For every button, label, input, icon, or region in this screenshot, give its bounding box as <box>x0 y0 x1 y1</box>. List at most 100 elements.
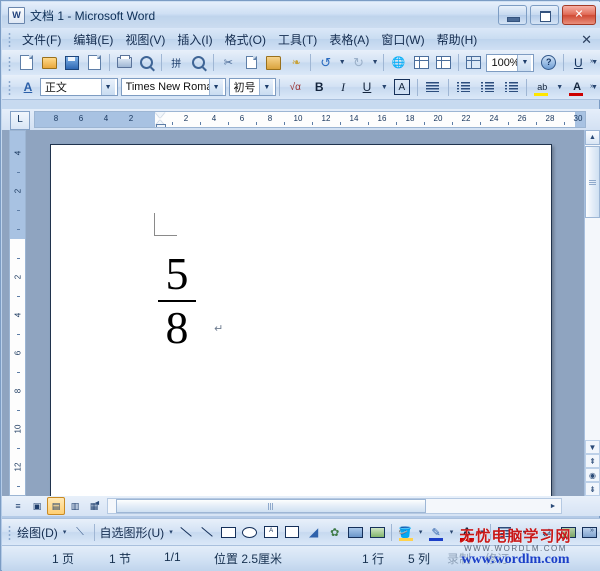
bold-button[interactable]: B <box>307 76 331 99</box>
permission-button[interactable] <box>83 51 106 74</box>
underline-button[interactable]: U <box>355 76 379 99</box>
vertical-text-box-button[interactable] <box>282 521 303 544</box>
open-button[interactable] <box>38 51 61 74</box>
maximize-button[interactable] <box>530 5 559 25</box>
fill-color-dropdown-arrow[interactable]: ▾ <box>416 522 426 543</box>
help-button[interactable]: ? <box>537 51 560 74</box>
scroll-down-button[interactable]: ▼ <box>585 440 600 454</box>
sidebar-item-normal-view[interactable]: ≡ <box>9 497 27 515</box>
sidebar-item-print-layout-view[interactable]: ▤ <box>47 497 65 515</box>
standard-toolbar-drag-handle[interactable] <box>6 55 13 71</box>
zoom-dropdown-arrow[interactable]: ▼ <box>517 55 531 71</box>
paste-button[interactable] <box>262 51 285 74</box>
draw-menu-button[interactable]: 绘图(D) <box>15 524 60 541</box>
bulleted-list-button[interactable] <box>476 76 500 99</box>
menu-item-window[interactable]: 窗口(W) <box>375 28 430 51</box>
rectangle-button[interactable] <box>218 521 239 544</box>
draw-menu-dropdown-arrow[interactable]: ▾ <box>60 522 70 543</box>
undo-dropdown-arrow[interactable]: ▼ <box>337 52 347 73</box>
vertical-ruler[interactable]: 4 2 2 4 6 8 10 12 <box>9 130 26 496</box>
cut-button[interactable]: ✂ <box>217 51 240 74</box>
fraction-equation[interactable]: 5 8 <box>154 249 200 353</box>
menu-item-insert[interactable]: 插入(I) <box>171 28 218 51</box>
select-objects-button[interactable]: ⟍ <box>69 521 90 544</box>
sidebar-item-web-layout-view[interactable]: ▣ <box>28 497 46 515</box>
highlight-dropdown-arrow[interactable]: ▼ <box>554 77 565 98</box>
insert-hyperlink-button[interactable]: 🌐 <box>387 51 410 74</box>
select-browse-object-button[interactable]: ◉ <box>585 468 600 482</box>
dash-style-button[interactable]: ┅ <box>515 521 536 544</box>
close-document-icon[interactable]: ✕ <box>581 32 592 48</box>
line-color-button[interactable]: ✎ <box>425 521 446 544</box>
horizontal-ruler[interactable]: 8 6 4 2 2 4 6 8 10 12 14 16 18 20 22 24 … <box>34 111 586 128</box>
save-button[interactable] <box>61 51 84 74</box>
arrow-style-button[interactable]: ⇄ <box>536 521 557 544</box>
underline-style-dropdown-arrow[interactable]: ▼ <box>379 77 390 98</box>
equation-button[interactable]: √α <box>283 76 307 99</box>
shadow-style-button[interactable] <box>558 521 579 544</box>
minimize-button[interactable] <box>498 5 527 25</box>
menu-drag-handle[interactable] <box>6 31 13 47</box>
menu-item-table[interactable]: 表格(A) <box>323 28 375 51</box>
tab-stop-selector[interactable]: L <box>10 111 30 130</box>
formatting-toolbar-overflow-button[interactable]: » <box>586 77 598 96</box>
insert-clipart-button[interactable] <box>345 521 366 544</box>
font-combo[interactable]: Times New Roma ▼ <box>121 78 226 96</box>
indent-markers[interactable] <box>155 112 166 128</box>
undo-button[interactable]: ↺ <box>314 51 337 74</box>
status-record-mode[interactable]: 录制 <box>447 550 471 567</box>
left-indent-marker[interactable] <box>156 124 166 128</box>
drawing-font-color-button[interactable]: A <box>456 521 477 544</box>
highlight-button[interactable]: ab <box>530 76 554 99</box>
redo-dropdown-arrow[interactable]: ▼ <box>370 52 380 73</box>
align-center-button[interactable] <box>421 76 445 99</box>
browse-previous-button[interactable]: ⇞ <box>585 454 600 468</box>
first-line-indent-marker[interactable] <box>155 112 165 118</box>
text-box-button[interactable]: A <box>261 521 282 544</box>
arrow-button[interactable] <box>197 521 218 544</box>
drawing-toolbar-drag-handle[interactable] <box>6 524 12 540</box>
horizontal-scrollbar[interactable]: ► <box>107 498 562 514</box>
scroll-right-button[interactable]: ► <box>546 499 560 513</box>
fill-color-button[interactable]: 🪣 <box>395 521 416 544</box>
browse-next-button[interactable]: ⇟ <box>585 482 600 496</box>
italic-button[interactable]: I <box>331 76 355 99</box>
line-color-dropdown-arrow[interactable]: ▾ <box>447 522 457 543</box>
print-button[interactable] <box>113 51 136 74</box>
font-dropdown-arrow[interactable]: ▼ <box>209 79 223 95</box>
spelling-check-button[interactable]: 拼 <box>165 51 188 74</box>
vertical-scroll-thumb[interactable] <box>585 146 600 218</box>
character-border-button[interactable]: A <box>390 76 414 99</box>
insert-picture-button[interactable] <box>367 521 388 544</box>
line-style-button[interactable] <box>494 521 515 544</box>
autoshapes-menu-button[interactable]: 自选图形(U) <box>97 524 166 541</box>
insert-wordart-button[interactable]: ◢ <box>303 521 324 544</box>
insert-diagram-button[interactable]: ✿ <box>324 521 345 544</box>
status-revision-mode[interactable]: 修订 <box>485 550 509 567</box>
scroll-left-button[interactable]: ◄ <box>90 496 104 510</box>
style-dropdown-arrow[interactable]: ▼ <box>101 79 115 95</box>
menu-item-tools[interactable]: 工具(T) <box>272 28 323 51</box>
document-page[interactable]: 5 8 ↵ <box>50 144 552 496</box>
scroll-up-button[interactable]: ▲ <box>585 130 600 145</box>
format-painter-button[interactable]: ❧ <box>285 51 308 74</box>
menu-item-edit[interactable]: 编辑(E) <box>67 28 119 51</box>
line-button[interactable] <box>176 521 197 544</box>
menu-item-view[interactable]: 视图(V) <box>119 28 171 51</box>
print-preview-button[interactable] <box>135 51 158 74</box>
tables-and-borders-button[interactable] <box>410 51 433 74</box>
menu-item-format[interactable]: 格式(O) <box>219 28 272 51</box>
vertical-scrollbar[interactable]: ▲ ▼ ⇞ ◉ ⇟ <box>584 130 600 496</box>
menu-item-help[interactable]: 帮助(H) <box>431 28 484 51</box>
font-size-combo[interactable]: 初号 ▼ <box>229 78 277 96</box>
menu-item-file[interactable]: 文件(F) <box>16 28 67 51</box>
redo-button[interactable]: ↻ <box>347 51 370 74</box>
styles-and-formatting-button[interactable]: A <box>16 76 40 99</box>
new-document-button[interactable] <box>16 51 39 74</box>
autoshapes-dropdown-arrow[interactable]: ▾ <box>166 522 176 543</box>
numbered-list-button[interactable] <box>452 76 476 99</box>
drawing-toolbar-overflow-button[interactable]: » <box>586 521 598 540</box>
show-formatting-marks-button[interactable] <box>462 51 485 74</box>
drawing-font-color-dropdown-arrow[interactable]: ▾ <box>477 522 487 543</box>
close-button[interactable]: ✕ <box>562 5 596 25</box>
